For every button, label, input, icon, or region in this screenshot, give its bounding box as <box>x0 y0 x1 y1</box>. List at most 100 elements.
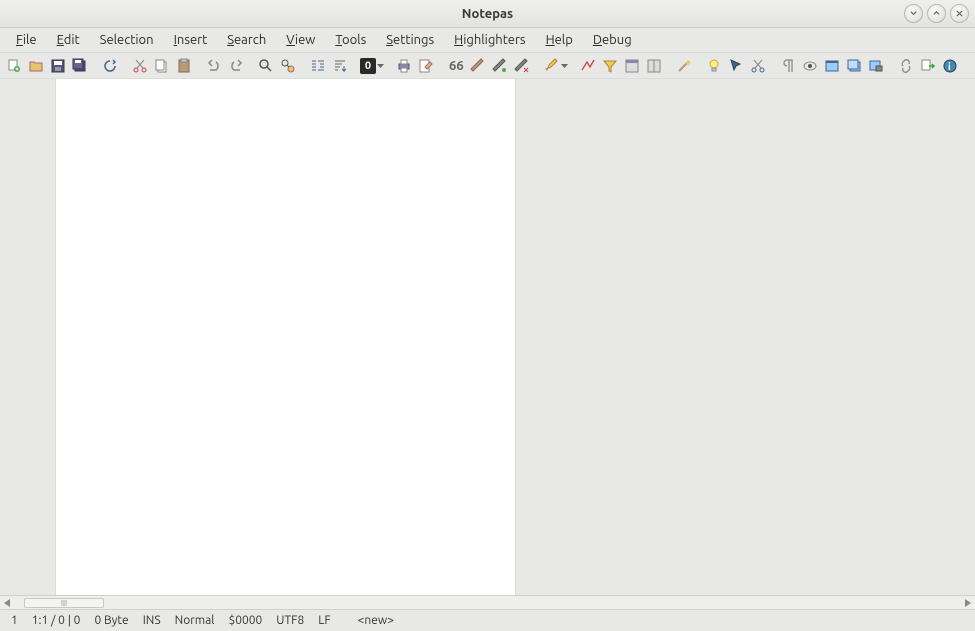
window-print-button[interactable] <box>866 56 886 76</box>
line-tool-button[interactable] <box>578 56 598 76</box>
indent-button[interactable] <box>308 56 328 76</box>
magic-wand-button[interactable] <box>674 56 694 76</box>
windows-button[interactable] <box>844 56 864 76</box>
cut-icon <box>132 58 148 74</box>
undo-icon <box>206 58 222 74</box>
print-icon <box>396 58 412 74</box>
highlight-button[interactable] <box>542 56 560 76</box>
edit-mode-button[interactable] <box>416 56 436 76</box>
window-print-icon <box>868 58 884 74</box>
refresh-icon <box>102 58 118 74</box>
window-icon <box>824 58 840 74</box>
window-title: Notepas <box>0 7 975 21</box>
scrollbar-thumb[interactable] <box>24 598 104 608</box>
maximize-button[interactable] <box>927 4 946 23</box>
split-panel-button[interactable] <box>644 56 664 76</box>
cut-button[interactable] <box>130 56 150 76</box>
undo-button[interactable] <box>204 56 224 76</box>
menu-help[interactable]: Help <box>536 30 583 50</box>
menu-search[interactable]: Search <box>217 30 276 50</box>
lightbulb-button[interactable] <box>704 56 724 76</box>
chevron-down-icon <box>909 9 918 18</box>
link-button[interactable] <box>896 56 916 76</box>
cut-special-icon <box>750 58 766 74</box>
pointer-button[interactable] <box>726 56 746 76</box>
highlight-dropdown[interactable] <box>542 56 568 76</box>
export-button[interactable] <box>918 56 938 76</box>
horizontal-scrollbar[interactable] <box>0 595 975 609</box>
info-button[interactable]: i <box>940 56 960 76</box>
editor-area <box>0 79 975 595</box>
find-icon <box>258 58 274 74</box>
minimize-button[interactable] <box>904 4 923 23</box>
status-encoding: UTF8 <box>269 614 311 627</box>
menu-tools[interactable]: Tools <box>325 30 376 50</box>
menu-file[interactable]: File <box>6 30 47 50</box>
svg-text:66: 66 <box>449 59 464 73</box>
status-code: $0000 <box>221 614 269 627</box>
menu-view[interactable]: View <box>276 30 325 50</box>
scroll-left-button[interactable] <box>0 597 14 609</box>
close-button[interactable] <box>950 4 969 23</box>
fold-level-dropdown[interactable]: 0 <box>360 58 384 74</box>
paragraph-icon <box>780 58 796 74</box>
window-controls <box>904 4 969 23</box>
text-editor[interactable] <box>55 79 516 595</box>
highlight-icon <box>543 58 559 74</box>
edit-icon <box>418 58 434 74</box>
paragraph-button[interactable] <box>778 56 798 76</box>
find-button[interactable] <box>256 56 276 76</box>
cut-special-button[interactable] <box>748 56 768 76</box>
menu-debug[interactable]: Debug <box>583 30 642 50</box>
panel-icon <box>624 58 640 74</box>
eye-button[interactable] <box>800 56 820 76</box>
save-button[interactable] <box>48 56 68 76</box>
sort-icon <box>332 58 348 74</box>
filter-icon <box>602 58 618 74</box>
triangle-right-icon <box>965 599 971 607</box>
redo-button[interactable] <box>226 56 246 76</box>
scrollbar-track[interactable] <box>14 597 961 609</box>
brush-clear-button[interactable] <box>512 56 532 76</box>
menu-highlighters[interactable]: Highlighters <box>444 30 535 50</box>
info-icon: i <box>942 58 958 74</box>
new-file-button[interactable] <box>4 56 24 76</box>
status-bar: 1 1:1 / 0 | 0 0 Byte INS Normal $0000 UT… <box>0 609 975 631</box>
brush-button[interactable] <box>468 56 488 76</box>
status-state: Normal <box>168 614 222 627</box>
status-line: 1 <box>4 614 25 627</box>
eye-icon <box>802 58 818 74</box>
dropdown-caret-icon <box>561 58 568 74</box>
refresh-button[interactable] <box>100 56 120 76</box>
toolbar: 0 66 i <box>0 53 975 79</box>
windows-icon <box>846 58 862 74</box>
menu-settings[interactable]: Settings <box>376 30 444 50</box>
quote-button[interactable]: 66 <box>446 56 466 76</box>
filter-button[interactable] <box>600 56 620 76</box>
menu-insert[interactable]: Insert <box>164 30 218 50</box>
status-eol: LF <box>311 614 337 627</box>
menu-edit[interactable]: Edit <box>47 30 90 50</box>
paste-button[interactable] <box>174 56 194 76</box>
magic-wand-icon <box>676 58 692 74</box>
window-button[interactable] <box>822 56 842 76</box>
split-panel-icon <box>646 58 662 74</box>
export-icon <box>920 58 936 74</box>
panel-button[interactable] <box>622 56 642 76</box>
menu-selection[interactable]: Selection <box>90 30 164 50</box>
copy-button[interactable] <box>152 56 172 76</box>
save-all-icon <box>72 58 88 74</box>
print-button[interactable] <box>394 56 414 76</box>
copy-icon <box>154 58 170 74</box>
lightbulb-icon <box>706 58 722 74</box>
brush-icon <box>470 58 486 74</box>
replace-button[interactable] <box>278 56 298 76</box>
scroll-right-button[interactable] <box>961 597 975 609</box>
redo-icon <box>228 58 244 74</box>
open-file-button[interactable] <box>26 56 46 76</box>
status-size: 0 Byte <box>87 614 135 627</box>
brush-edit-button[interactable] <box>490 56 510 76</box>
save-all-button[interactable] <box>70 56 90 76</box>
line-icon <box>580 58 596 74</box>
sort-button[interactable] <box>330 56 350 76</box>
